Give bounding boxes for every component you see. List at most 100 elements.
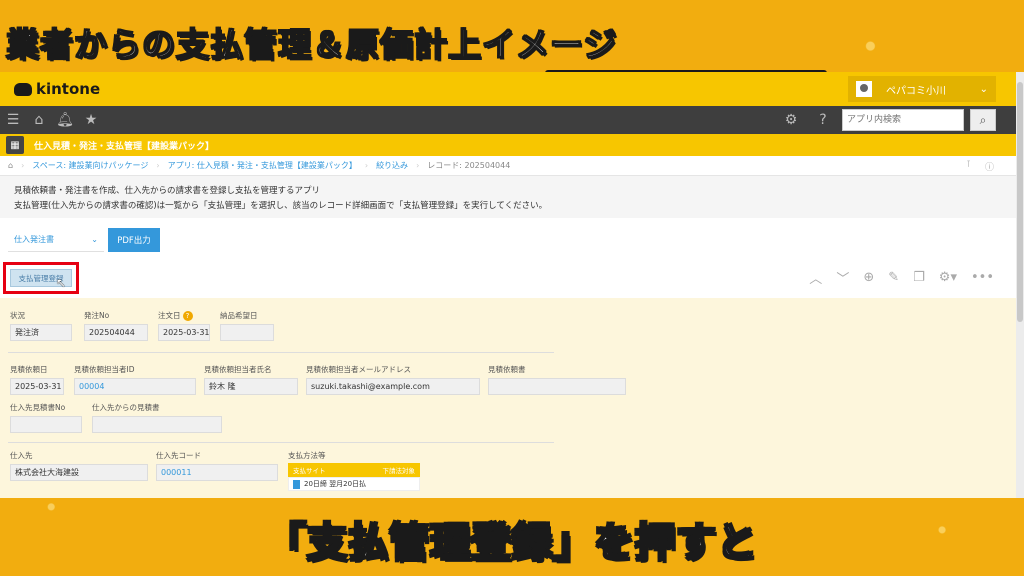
menu-icon[interactable]: ☰ — [0, 112, 26, 128]
chevron-down-icon[interactable]: ﹀ — [836, 268, 849, 287]
search-icon[interactable]: ⌕ — [970, 109, 996, 131]
bell-icon[interactable]: 🔔︎ — [52, 112, 78, 128]
edit-icon[interactable]: ✎ — [888, 270, 899, 285]
star-icon[interactable]: ★ — [78, 112, 104, 128]
description-line-2: 支払管理(仕入先からの請求書の確認)は一覧から「支払管理」を選択し、該当のレコー… — [14, 201, 548, 211]
field-value: 2025-03-31 — [158, 324, 210, 341]
field-value: 発注済 — [10, 324, 72, 341]
headline-caption: 業者からの支払管理＆原価計上イメージ — [5, 24, 618, 65]
field-supplier-quote-no: 仕入先見積書No — [10, 402, 82, 433]
app-search-input[interactable] — [842, 109, 964, 131]
chevron-down-icon: ⌄ — [91, 235, 98, 244]
field-value[interactable]: 000011 — [156, 464, 278, 481]
highlight-box: 支払管理登録 ↖ — [3, 262, 79, 294]
breadcrumb-app[interactable]: アプリ: 仕入見積・発注・支払管理【建設業パック】 — [168, 160, 357, 171]
gear-icon[interactable]: ⚙ — [778, 112, 804, 128]
add-icon[interactable]: ⊕ — [863, 270, 874, 285]
home-icon[interactable]: ⌂ — [26, 112, 52, 128]
field-supplier: 仕入先 株式会社大海建設 — [10, 450, 148, 481]
chevron-up-icon[interactable]: ︿ — [809, 268, 822, 287]
field-quote-doc: 見積依頼書 — [488, 364, 626, 395]
field-value: 2025-03-31 — [10, 378, 64, 395]
breadcrumb-actions: ⊺ ⓘ — [966, 160, 994, 173]
kintone-logo[interactable]: kintone — [14, 80, 100, 98]
breadcrumb: ⌂ › スペース: 建設業向けパッケージ › アプリ: 仕入見積・発注・支払管理… — [0, 156, 1024, 176]
avatar — [856, 81, 872, 97]
copy-icon[interactable]: ❐ — [913, 270, 925, 285]
print-template-select[interactable]: 仕入発注書 ⌄ — [8, 228, 104, 252]
field-label: 仕入先コード — [156, 451, 201, 460]
field-quote-email: 見積依頼担当者メールアドレス suzuki.takashi@example.co… — [306, 364, 480, 395]
field-label: 発注No — [84, 311, 110, 320]
field-value — [220, 324, 274, 341]
field-label: 納品希望日 — [220, 311, 258, 320]
kintone-screen: kintone ペパコミ小川 ⌄ ☰ ⌂ 🔔︎ ★ ⚙ ? ⌕ ▦ 仕入見積・発… — [0, 72, 1024, 498]
nav-right-group: ⚙ ? ⌕ — [778, 109, 996, 131]
help-icon[interactable]: ? — [810, 112, 836, 128]
more-icon[interactable]: ••• — [971, 270, 994, 285]
user-menu[interactable]: ペパコミ小川 ⌄ — [848, 76, 996, 102]
payment-register-button[interactable]: 支払管理登録 ↖ — [10, 269, 72, 290]
breadcrumb-separator: › — [156, 161, 160, 170]
breadcrumb-space[interactable]: スペース: 建設業向けパッケージ — [32, 160, 148, 171]
section-divider — [8, 442, 554, 443]
record-detail: 状況 発注済 発注No 202504044 注文日? 2025-03-31 納品… — [0, 298, 1024, 498]
global-nav: ☰ ⌂ 🔔︎ ★ ⚙ ? ⌕ — [0, 106, 1024, 134]
chevron-down-icon: ⌄ — [979, 83, 988, 95]
field-quote-person-id: 見積依頼担当者ID 00004 — [74, 364, 196, 395]
field-label: 見積依頼担当者ID — [74, 365, 135, 374]
field-label: 注文日? — [158, 310, 210, 321]
field-label: 見積依頼日 — [10, 365, 48, 374]
table-row: 20日締 翌月20日払 — [288, 477, 420, 491]
app-title: 仕入見積・発注・支払管理【建設業パック】 — [34, 141, 215, 152]
user-name: ペパコミ小川 — [886, 85, 946, 97]
home-icon[interactable]: ⌂ — [8, 161, 13, 170]
record-controls: 仕入発注書 ⌄ PDF出力 支払管理登録 ↖ ︿ ﹀ ⊕ ✎ ❐ ⚙▾ ••• — [0, 218, 1024, 298]
breadcrumb-filter[interactable]: 絞り込み — [376, 160, 408, 171]
field-value — [92, 416, 222, 433]
field-value: suzuki.takashi@example.com — [306, 378, 480, 395]
payment-terms-table: 支払サイト 下請法対象 20日締 翌月20日払 — [288, 463, 420, 491]
field-status: 状況 発注済 — [10, 310, 72, 341]
field-label: 支払方法等 — [288, 451, 326, 460]
select-value: 仕入発注書 — [14, 235, 54, 244]
info-icon[interactable]: ⓘ — [985, 160, 994, 173]
question-icon[interactable]: ? — [182, 311, 193, 321]
section-divider — [8, 352, 554, 353]
field-label: 状況 — [10, 311, 25, 320]
description-line-1: 見積依頼書・発注書を作成、仕入先からの請求書を登録し支払を管理するアプリ — [14, 186, 321, 196]
field-label: 見積依頼担当者メールアドレス — [306, 365, 411, 374]
table-header: 支払サイト 下請法対象 — [288, 463, 420, 477]
document-icon — [293, 479, 300, 489]
field-payment-method: 支払方法等 — [288, 450, 420, 464]
kintone-logo-icon — [14, 82, 32, 96]
field-value: 鈴木 隆 — [204, 378, 298, 395]
column-header: 支払サイト — [293, 467, 326, 475]
app-title-bar: ▦ 仕入見積・発注・支払管理【建設業パック】 — [0, 134, 1024, 156]
field-value[interactable]: 00004 — [74, 378, 196, 395]
pin-icon[interactable]: ⊺ — [966, 160, 971, 173]
breadcrumb-separator: › — [21, 161, 25, 170]
field-quote-date: 見積依頼日 2025-03-31 — [10, 364, 64, 395]
field-order-no: 発注No 202504044 — [84, 310, 148, 341]
gear-icon[interactable]: ⚙▾ — [939, 270, 957, 285]
field-supplier-quote: 仕入先からの見積書 — [92, 402, 222, 433]
field-quote-person-name: 見積依頼担当者氏名 鈴木 隆 — [204, 364, 298, 395]
field-label: 見積依頼書 — [488, 365, 526, 374]
field-label: 見積依頼担当者氏名 — [204, 365, 272, 374]
field-value: 202504044 — [84, 324, 148, 341]
cursor-icon: ↖ — [56, 276, 67, 290]
app-icon: ▦ — [6, 136, 24, 154]
breadcrumb-separator: › — [364, 161, 369, 170]
order-date-label-text: 注文日 — [158, 311, 181, 320]
scrollbar-thumb[interactable] — [1017, 82, 1023, 322]
pdf-export-button[interactable]: PDF出力 — [108, 228, 160, 252]
field-value — [488, 378, 626, 395]
logo-text: kintone — [36, 80, 101, 98]
page-scrollbar[interactable] — [1016, 72, 1024, 498]
field-value: 株式会社大海建設 — [10, 464, 148, 481]
app-description: 見積依頼書・発注書を作成、仕入先からの請求書を登録し支払を管理するアプリ 支払管… — [0, 176, 1024, 218]
kintone-header: kintone ペパコミ小川 ⌄ — [0, 72, 1024, 106]
subtitle-caption: 「支払管理登録」を押すと — [265, 519, 758, 567]
column-header: 下請法対象 — [382, 467, 416, 475]
